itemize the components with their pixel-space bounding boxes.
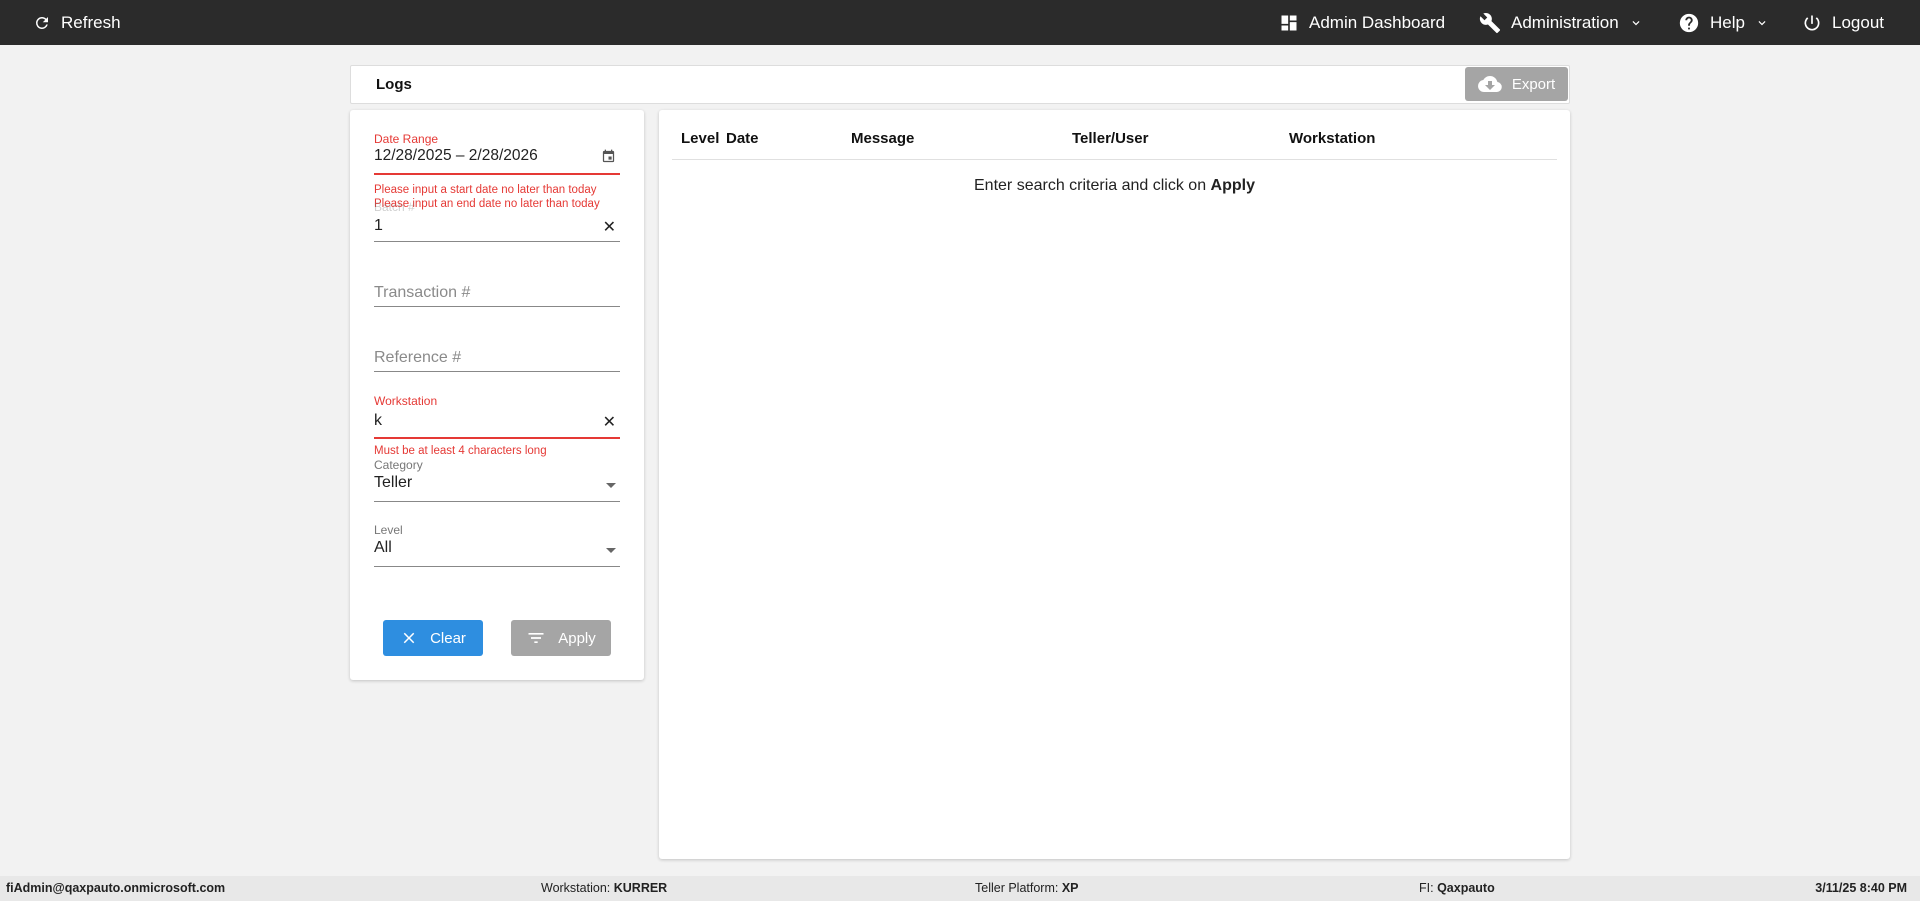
batch-label: Batch # (374, 200, 415, 214)
empty-state-text: Enter search criteria and click on (974, 177, 1211, 194)
logout-button[interactable]: Logout (1802, 0, 1884, 45)
category-value[interactable]: Teller (374, 474, 412, 492)
category-label: Category (374, 458, 423, 472)
batch-clear-icon[interactable]: ✕ (603, 217, 616, 237)
power-icon (1804, 15, 1820, 31)
status-platform-value: XP (1061, 881, 1079, 895)
status-bar: fiAdmin@qaxpauto.onmicrosoft.com Worksta… (0, 876, 1920, 901)
column-header-level[interactable]: Level (681, 130, 719, 147)
transaction-placeholder[interactable]: Transaction # (374, 284, 470, 302)
chevron-down-icon (1632, 20, 1640, 25)
status-platform: Teller Platform: XP (975, 881, 1079, 895)
export-button[interactable]: Export (1465, 67, 1568, 101)
help-menu[interactable]: Help (1678, 0, 1769, 45)
level-select[interactable]: Level All (374, 523, 620, 569)
level-underline (374, 566, 620, 567)
refresh-label: Refresh (61, 12, 121, 32)
close-icon (403, 632, 415, 644)
administration-label: Administration (1511, 12, 1619, 32)
status-fi-value: Qaxpauto (1437, 881, 1495, 895)
column-header-workstation[interactable]: Workstation (1289, 130, 1375, 147)
status-platform-label: Teller Platform: (975, 881, 1059, 895)
refresh-icon (35, 16, 48, 29)
level-value[interactable]: All (374, 539, 392, 557)
status-workstation-label: Workstation: (541, 881, 611, 895)
status-workstation: Workstation: KURRER (541, 881, 667, 895)
status-workstation-value: KURRER (613, 881, 668, 895)
export-label: Export (1511, 75, 1556, 93)
top-navigation-bar: Refresh Admin Dashboard Administration H… (0, 0, 1920, 45)
date-range-field[interactable]: Date Range 12/28/2025 – 2/28/2026 (374, 132, 620, 192)
help-icon (1679, 13, 1699, 32)
chevron-down-icon (1758, 20, 1766, 25)
batch-field[interactable]: Batch # 1 ✕ (374, 200, 620, 242)
date-range-underline (374, 173, 620, 175)
refresh-button[interactable]: Refresh (33, 0, 121, 45)
workstation-clear-icon[interactable]: ✕ (603, 412, 616, 432)
dropdown-caret-icon[interactable] (606, 548, 616, 553)
reference-underline (374, 371, 620, 372)
workstation-error: Must be at least 4 characters long (374, 445, 547, 457)
column-header-teller-user[interactable]: Teller/User (1072, 130, 1148, 147)
clear-label: Clear (430, 629, 466, 647)
dropdown-caret-icon[interactable] (606, 483, 616, 488)
empty-state-action: Apply (1210, 177, 1255, 194)
transaction-field[interactable]: Transaction # (374, 280, 620, 316)
workstation-underline (374, 437, 620, 439)
workstation-value[interactable]: k (374, 412, 382, 430)
workstation-field[interactable]: Workstation k ✕ (374, 394, 620, 440)
apply-label: Apply (558, 629, 596, 647)
administration-menu[interactable]: Administration (1479, 0, 1643, 45)
logout-label: Logout (1832, 12, 1884, 32)
status-datetime: 3/11/25 8:40 PM (1815, 881, 1907, 895)
category-select[interactable]: Category Teller (374, 458, 620, 504)
cloud-download-icon (1477, 76, 1502, 92)
clear-button[interactable]: Clear (383, 620, 483, 656)
date-range-start-error: Please input a start date no later than … (374, 184, 597, 196)
status-fi: FI: Qaxpauto (1419, 881, 1495, 895)
workstation-label: Workstation (374, 394, 438, 408)
date-range-label: Date Range (374, 132, 439, 146)
batch-value[interactable]: 1 (374, 217, 383, 235)
admin-dashboard-link[interactable]: Admin Dashboard (1279, 0, 1445, 45)
admin-dashboard-label: Admin Dashboard (1309, 12, 1446, 32)
apply-button[interactable]: Apply (511, 620, 611, 656)
header-divider (672, 159, 1557, 160)
batch-underline (374, 241, 620, 242)
calendar-icon[interactable] (601, 149, 616, 164)
empty-state-message: Enter search criteria and click on Apply (659, 177, 1570, 195)
reference-field[interactable]: Reference # (374, 345, 620, 381)
date-range-value[interactable]: 12/28/2025 – 2/28/2026 (374, 147, 538, 165)
help-label: Help (1710, 12, 1745, 32)
wrench-icon (1479, 12, 1501, 33)
filter-icon (528, 633, 544, 643)
column-header-date[interactable]: Date (726, 130, 759, 147)
transaction-underline (374, 306, 620, 307)
level-label: Level (374, 523, 403, 537)
category-underline (374, 501, 620, 502)
results-panel: Level Date Message Teller/User Workstati… (659, 110, 1570, 859)
dashboard-icon (1281, 15, 1297, 30)
reference-placeholder[interactable]: Reference # (374, 349, 461, 367)
page-title: Logs (376, 76, 412, 93)
column-header-message[interactable]: Message (851, 130, 914, 147)
filter-panel: Date Range 12/28/2025 – 2/28/2026 Please… (350, 110, 644, 680)
page-header: Logs Export (350, 65, 1570, 104)
status-user: fiAdmin@qaxpauto.onmicrosoft.com (6, 881, 226, 895)
status-fi-label: FI: (1419, 881, 1434, 895)
